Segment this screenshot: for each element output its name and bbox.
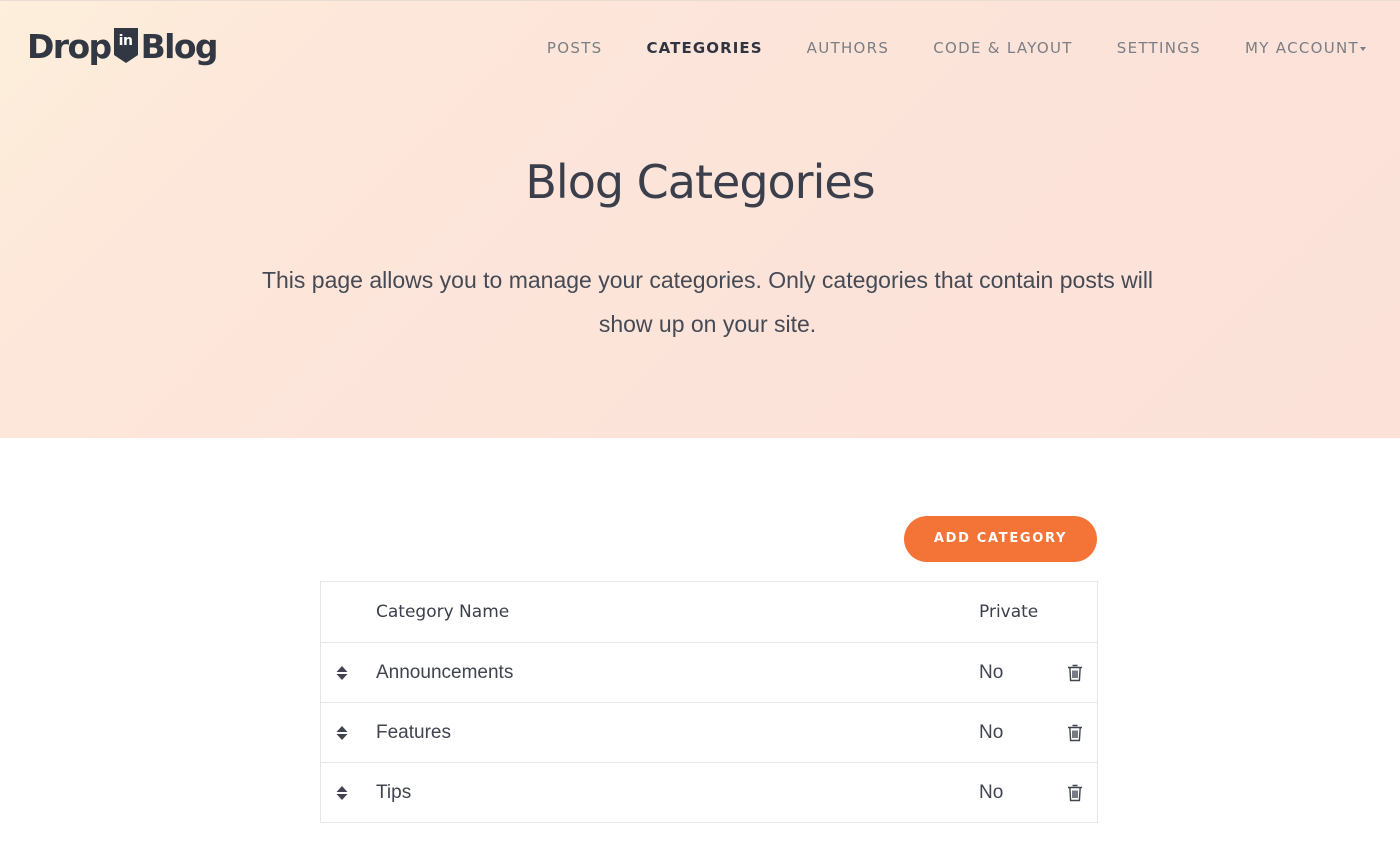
category-name[interactable]: Announcements — [376, 643, 513, 703]
main-nav: POSTS CATEGORIES AUTHORS CODE & LAYOUT S… — [503, 36, 1366, 60]
page-title: Blog Categories — [525, 155, 875, 209]
trash-icon[interactable] — [1067, 784, 1083, 802]
nav-code-layout[interactable]: CODE & LAYOUT — [933, 36, 1073, 60]
sort-icon[interactable] — [335, 725, 349, 741]
add-category-button[interactable]: ADD CATEGORY — [904, 516, 1097, 562]
caret-down-icon — [1360, 46, 1366, 51]
top-border — [0, 0, 1400, 1]
logo-text-left: Drop — [27, 27, 112, 66]
category-name[interactable]: Tips — [376, 763, 411, 823]
sort-icon[interactable] — [335, 785, 349, 801]
nav-my-account[interactable]: MY ACCOUNT — [1245, 36, 1366, 60]
column-header-private: Private — [979, 602, 1039, 622]
nav-categories[interactable]: CATEGORIES — [646, 36, 762, 60]
trash-icon[interactable] — [1067, 664, 1083, 682]
nav-settings[interactable]: SETTINGS — [1117, 36, 1201, 60]
table-row: Tips No — [321, 762, 1097, 822]
category-private: No — [979, 782, 1004, 803]
logo-badge-text: in — [118, 33, 133, 49]
nav-posts[interactable]: POSTS — [547, 36, 603, 60]
table-header: Category Name Private — [321, 582, 1097, 642]
sort-icon[interactable] — [335, 665, 349, 681]
trash-icon[interactable] — [1067, 724, 1083, 742]
dropinblog-logo[interactable]: Drop in Blog — [27, 25, 219, 69]
category-private: No — [979, 722, 1004, 743]
category-name[interactable]: Features — [376, 703, 451, 763]
logo-badge-icon: in — [113, 28, 138, 64]
category-private: No — [979, 662, 1004, 683]
column-header-name: Category Name — [376, 602, 510, 622]
categories-table: Category Name Private Announcements No F… — [320, 581, 1098, 823]
logo-text-right: Blog — [140, 27, 219, 66]
table-row: Features No — [321, 702, 1097, 762]
table-row: Announcements No — [321, 642, 1097, 702]
page-description: This page allows you to manage your cate… — [261, 267, 1154, 337]
nav-authors[interactable]: AUTHORS — [807, 36, 890, 60]
nav-my-account-label: MY ACCOUNT — [1245, 39, 1359, 57]
